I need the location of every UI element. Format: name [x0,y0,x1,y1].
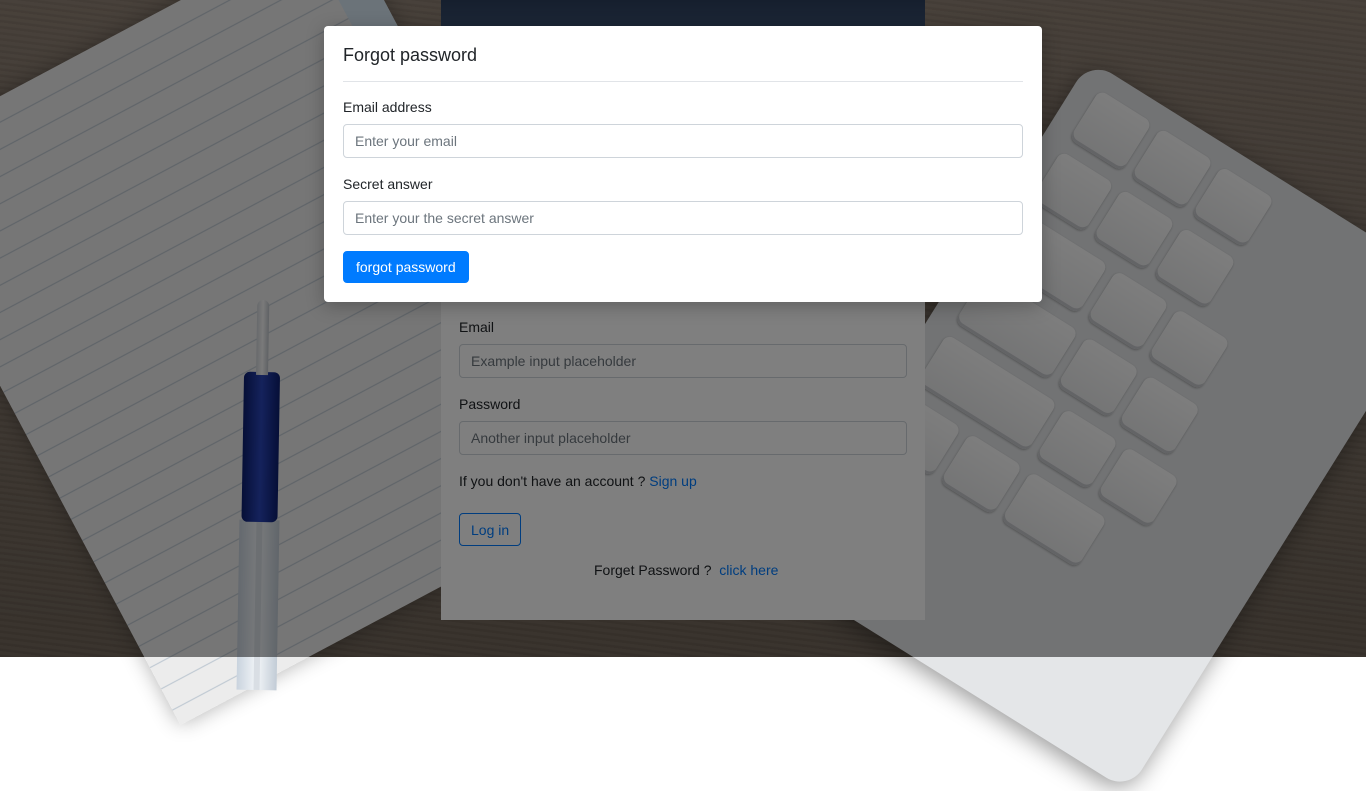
secret-answer-field[interactable] [343,201,1023,235]
forgot-password-button[interactable]: forgot password [343,251,469,283]
forgot-password-modal: Forgot password Email address Secret ans… [324,26,1042,302]
secret-answer-label: Secret answer [343,176,433,192]
email-field[interactable] [343,124,1023,158]
modal-title: Forgot password [343,45,478,65]
modal-divider [343,81,1023,82]
email-address-label: Email address [343,99,432,115]
